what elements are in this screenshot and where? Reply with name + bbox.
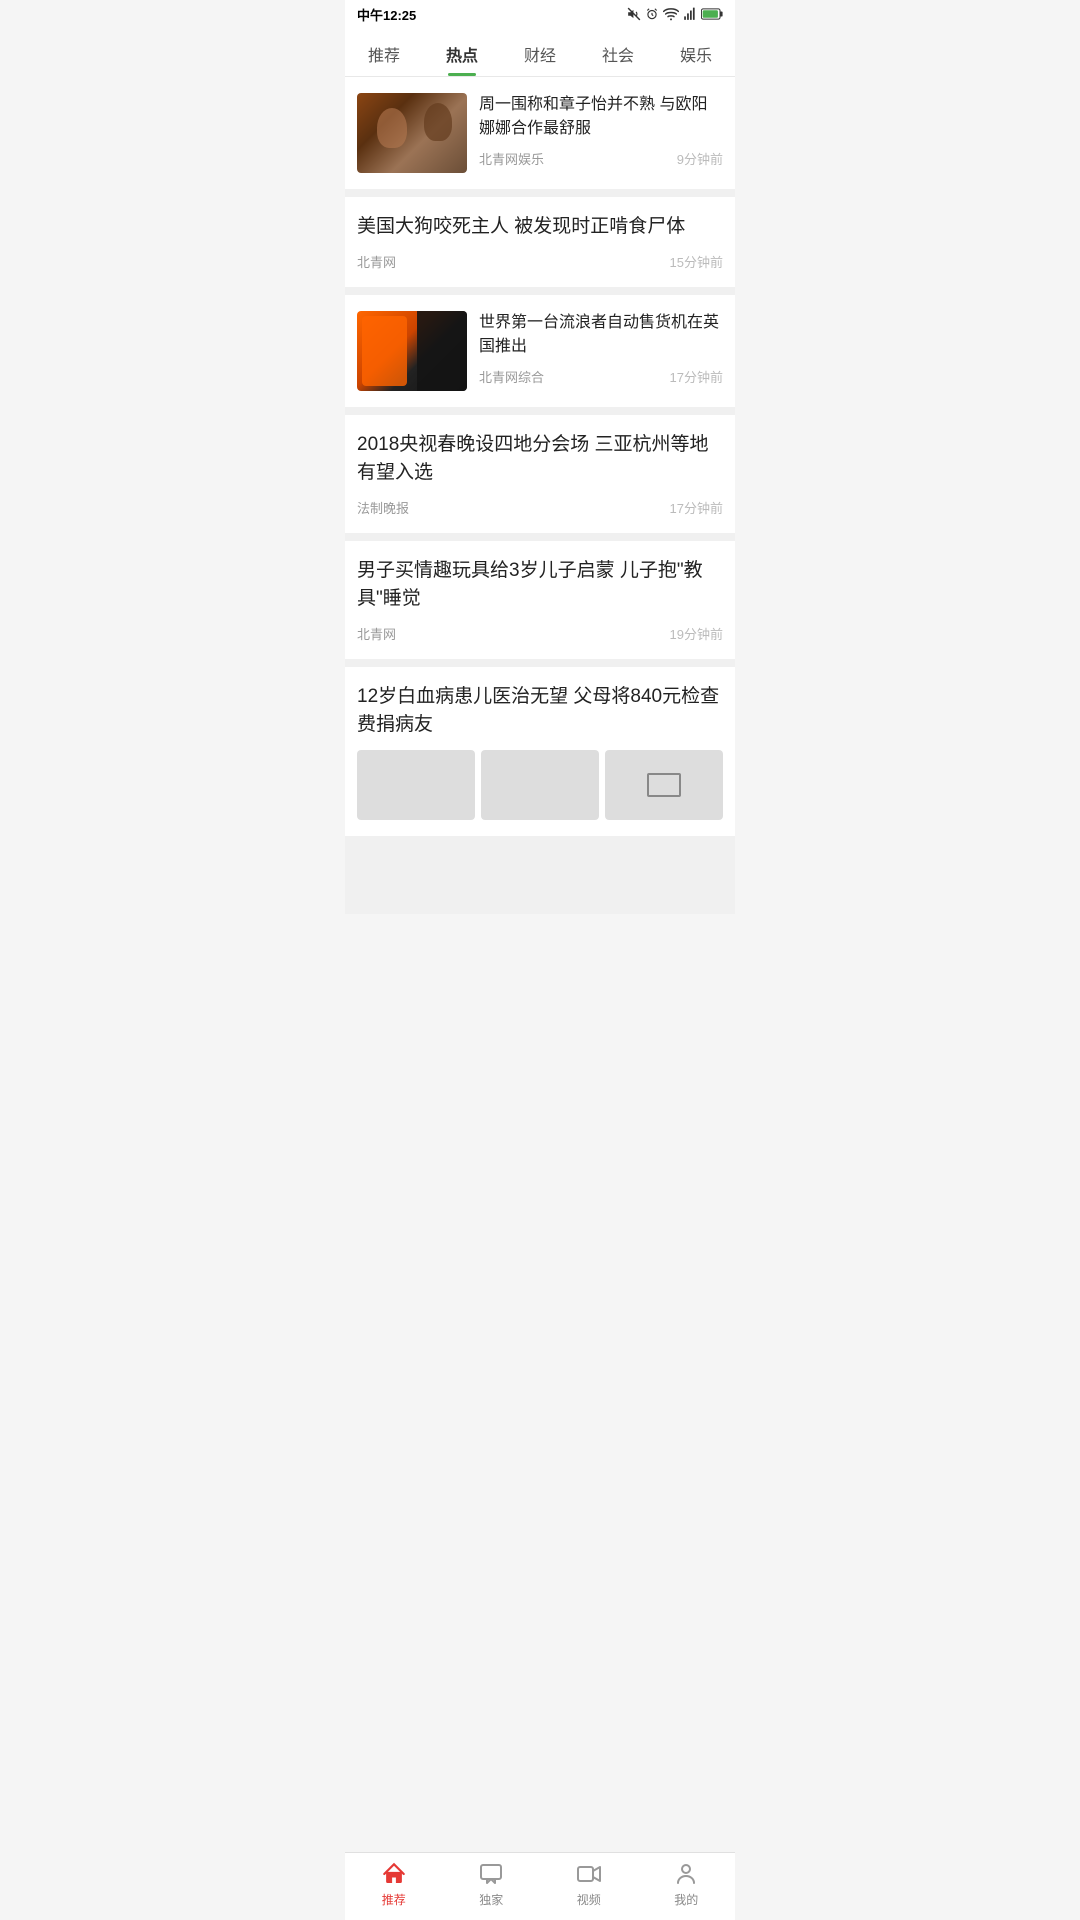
video-icon [576, 1861, 602, 1887]
bottom-nav-video-label: 视频 [577, 1891, 601, 1908]
news-feed: 周一围称和章子怡并不熟 与欧阳娜娜合作最舒服 北青网娱乐 9分钟前 美国大狗咬死… [345, 77, 735, 914]
tab-yule[interactable]: 娱乐 [657, 28, 735, 76]
article-1-title: 周一围称和章子怡并不熟 与欧阳娜娜合作最舒服 [479, 93, 723, 141]
article-5-meta: 北青网 19分钟前 [357, 624, 723, 643]
article-4-meta: 法制晚报 17分钟前 [357, 498, 723, 517]
alarm-icon [645, 7, 659, 21]
article-6-image-2 [481, 750, 599, 820]
article-5-time: 19分钟前 [670, 624, 723, 643]
article-1-meta: 北青网娱乐 9分钟前 [479, 149, 723, 168]
article-3-thumbnail [357, 311, 467, 391]
signal-icon [683, 7, 697, 21]
article-4-time: 17分钟前 [670, 498, 723, 517]
article-1-content: 周一围称和章子怡并不熟 与欧阳娜娜合作最舒服 北青网娱乐 9分钟前 [479, 93, 723, 168]
list-item[interactable]: 2018央视春晚设四地分会场 三亚杭州等地有望入选 法制晚报 17分钟前 [345, 415, 735, 533]
article-3-container: 世界第一台流浪者自动售货机在英国推出 北青网综合 17分钟前 [357, 311, 723, 391]
wifi-icon [663, 7, 679, 21]
article-6-title: 12岁白血病患儿医治无望 父母将840元检查费捐病友 [357, 683, 723, 740]
article-5-source: 北青网 [357, 624, 396, 643]
article-2-title: 美国大狗咬死主人 被发现时正啃食尸体 [357, 213, 723, 242]
list-item[interactable]: 世界第一台流浪者自动售货机在英国推出 北青网综合 17分钟前 [345, 295, 735, 407]
mute-icon [627, 7, 641, 21]
status-time: 中午12:25 [357, 5, 416, 24]
comment-icon [478, 1861, 504, 1887]
bottom-nav-dujia[interactable]: 独家 [461, 1861, 521, 1908]
article-3-time: 17分钟前 [670, 367, 723, 386]
status-bar: 中午12:25 [345, 0, 735, 28]
status-icons [627, 7, 723, 21]
bottom-nav-tuijian-label: 推荐 [382, 1891, 406, 1908]
article-1-container: 周一围称和章子怡并不熟 与欧阳娜娜合作最舒服 北青网娱乐 9分钟前 [357, 93, 723, 173]
article-6-images [357, 750, 723, 820]
article-3-source: 北青网综合 [479, 367, 544, 386]
user-icon [673, 1861, 699, 1887]
bottom-nav: 推荐 独家 视频 我的 [345, 1852, 735, 1920]
article-2-meta: 北青网 15分钟前 [357, 252, 723, 271]
list-item[interactable]: 男子买情趣玩具给3岁儿子启蒙 儿子抱"教具"睡觉 北青网 19分钟前 [345, 541, 735, 659]
article-1-time: 9分钟前 [677, 149, 723, 168]
article-2-source: 北青网 [357, 252, 396, 271]
tab-shehui[interactable]: 社会 [579, 28, 657, 76]
list-item[interactable]: 周一围称和章子怡并不熟 与欧阳娜娜合作最舒服 北青网娱乐 9分钟前 [345, 77, 735, 189]
article-4-title: 2018央视春晚设四地分会场 三亚杭州等地有望入选 [357, 431, 723, 488]
bottom-nav-video[interactable]: 视频 [559, 1861, 619, 1908]
article-2-time: 15分钟前 [670, 252, 723, 271]
article-3-meta: 北青网综合 17分钟前 [479, 367, 723, 386]
article-5-title: 男子买情趣玩具给3岁儿子启蒙 儿子抱"教具"睡觉 [357, 557, 723, 614]
article-6-image-3 [605, 750, 723, 820]
article-4-source: 法制晚报 [357, 498, 409, 517]
article-6-image-1 [357, 750, 475, 820]
battery-icon [701, 8, 723, 20]
nav-tabs: 推荐 热点 财经 社会 娱乐 [345, 28, 735, 77]
bottom-nav-dujia-label: 独家 [479, 1891, 503, 1908]
tab-tuijian[interactable]: 推荐 [345, 28, 423, 76]
bottom-nav-tuijian[interactable]: 推荐 [364, 1861, 424, 1908]
tab-redian[interactable]: 热点 [423, 28, 501, 76]
tab-caijing[interactable]: 财经 [501, 28, 579, 76]
article-1-thumbnail [357, 93, 467, 173]
bottom-nav-mine[interactable]: 我的 [656, 1861, 716, 1908]
article-1-source: 北青网娱乐 [479, 149, 544, 168]
article-3-title: 世界第一台流浪者自动售货机在英国推出 [479, 311, 723, 359]
list-item[interactable]: 美国大狗咬死主人 被发现时正啃食尸体 北青网 15分钟前 [345, 197, 735, 287]
list-item[interactable]: 12岁白血病患儿医治无望 父母将840元检查费捐病友 [345, 667, 735, 836]
house-icon [381, 1861, 407, 1887]
bottom-nav-mine-label: 我的 [674, 1891, 698, 1908]
article-3-content: 世界第一台流浪者自动售货机在英国推出 北青网综合 17分钟前 [479, 311, 723, 386]
